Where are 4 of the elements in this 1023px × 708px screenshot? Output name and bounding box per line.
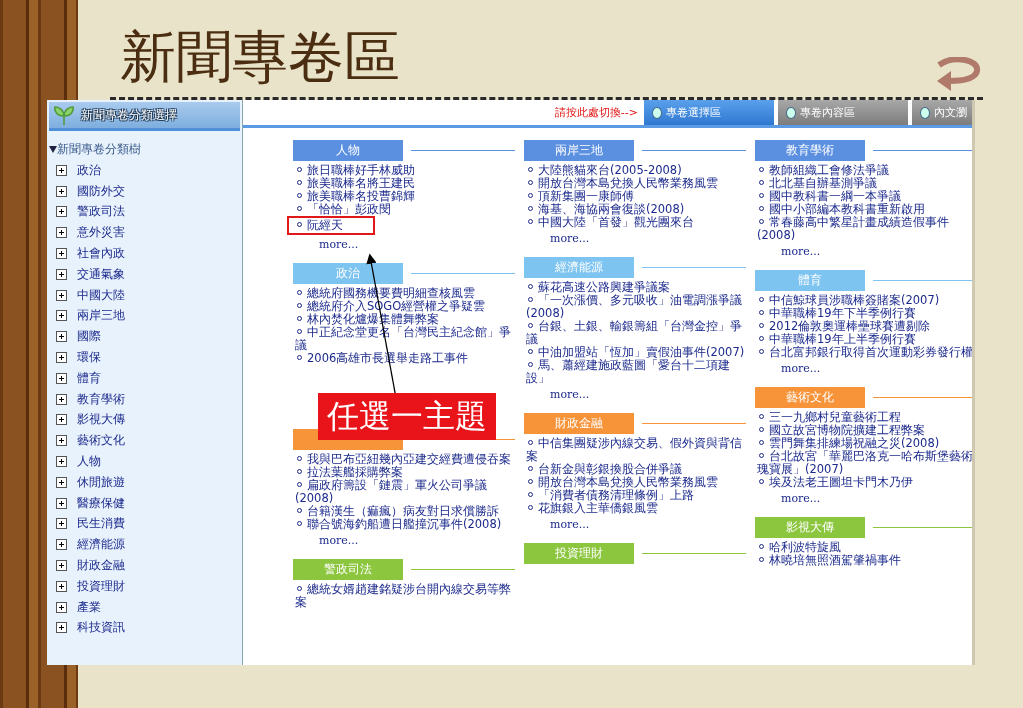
callout-tooltip: 任選一主題 <box>318 393 496 440</box>
switch-hint: 請按此處切換--> <box>554 105 638 120</box>
slide-title: 新聞專卷區 <box>120 29 400 85</box>
sidebar-title: 新聞專卷分類選擇 <box>81 106 177 124</box>
